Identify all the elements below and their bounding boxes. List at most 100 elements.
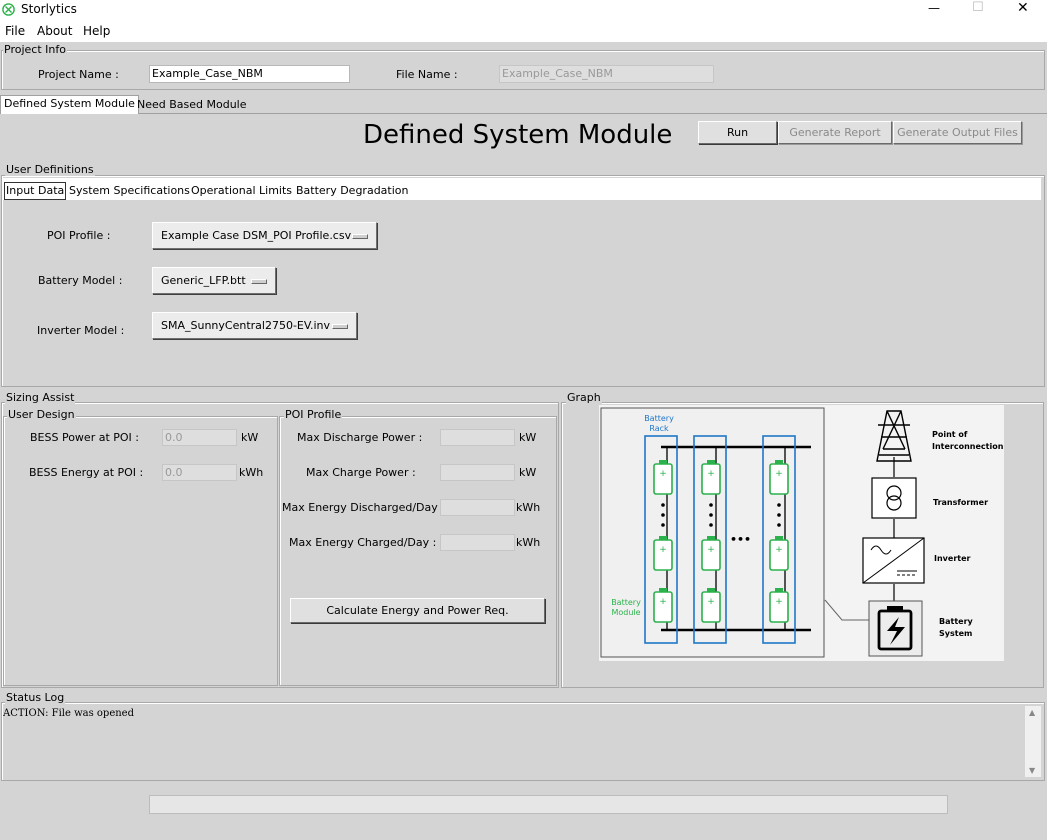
progress-bar — [149, 795, 948, 814]
tab-input-data[interactable]: Input Data — [4, 182, 67, 200]
max-discharge-power-unit: kW — [519, 431, 537, 444]
battery-system-icon — [868, 600, 923, 657]
battery-system-label-2: System — [939, 629, 972, 638]
status-log-entry: ACTION: File was opened — [3, 708, 134, 719]
minimize-button[interactable]: — — [928, 1, 940, 15]
dropdown-indicator-icon — [251, 279, 267, 284]
battery-module-label-1: Battery — [611, 598, 641, 607]
poi-label-1: Point of — [932, 430, 968, 439]
poi-label-2: Interconnection — [932, 442, 1004, 451]
status-log-text: ACTION: File was opened — [2, 706, 1024, 777]
battery-cell-icon: + — [701, 536, 721, 571]
max-energy-charged-label: Max Energy Charged/Day : — [289, 536, 437, 549]
max-energy-discharged-unit: kWh — [516, 501, 541, 514]
battery-cell-icon: + — [769, 588, 789, 623]
tab-battery-degradation[interactable]: Battery Degradation — [296, 183, 409, 199]
battery-cell-icon: + — [653, 588, 673, 623]
svg-text:+: + — [659, 469, 667, 479]
max-energy-charged-input[interactable] — [440, 534, 515, 551]
tab-need-based-module[interactable]: Need Based Module — [137, 97, 247, 113]
svg-text:+: + — [659, 597, 667, 607]
app-logo-icon — [2, 3, 15, 16]
tab-system-specifications[interactable]: System Specifications — [69, 183, 190, 199]
max-energy-discharged-input[interactable] — [440, 499, 515, 516]
maximize-button[interactable]: ☐ — [972, 0, 984, 15]
user-design-frame — [3, 416, 278, 686]
bess-power-input[interactable]: 0.0 — [162, 429, 237, 446]
window-title: Storlytics — [21, 2, 77, 16]
bess-energy-input[interactable]: 0.0 — [162, 464, 237, 481]
max-charge-power-input[interactable] — [440, 464, 515, 481]
scroll-up-icon[interactable]: ▲ — [1029, 708, 1035, 717]
inverter-label: Inverter — [934, 554, 971, 563]
project-info-legend: Project Info — [3, 43, 67, 56]
svg-text:+: + — [707, 597, 715, 607]
battery-cell-icon: + — [701, 588, 721, 623]
battery-cell-icon: + — [769, 460, 789, 495]
inverter-model-value: SMA_SunnyCentral2750-EV.inv — [161, 319, 331, 332]
scroll-down-icon[interactable]: ▼ — [1029, 766, 1035, 775]
bess-energy-label: BESS Energy at POI : — [29, 466, 144, 479]
bess-power-unit: kW — [241, 431, 259, 444]
max-energy-discharged-label: Max Energy Discharged/Day : — [282, 501, 445, 514]
sizing-assist-legend: Sizing Assist — [5, 391, 76, 404]
dropdown-indicator-icon — [352, 234, 368, 239]
battery-cell-icon: + — [769, 536, 789, 571]
calculate-energy-power-button[interactable]: Calculate Energy and Power Req. — [290, 598, 545, 623]
battery-model-label: Battery Model : — [38, 274, 123, 287]
max-charge-power-label: Max Charge Power : — [306, 466, 416, 479]
graph-legend: Graph — [566, 391, 602, 404]
project-name-label: Project Name : — [38, 68, 119, 81]
inverter-icon — [862, 537, 925, 584]
svg-text:+: + — [775, 469, 783, 479]
page-title: Defined System Module — [363, 120, 673, 150]
menu-help[interactable]: Help — [83, 24, 110, 38]
file-name-input[interactable]: Example_Case_NBM — [499, 65, 714, 83]
status-log-scrollbar[interactable]: ▲ ▼ — [1025, 706, 1041, 777]
bess-energy-unit: kWh — [239, 466, 264, 479]
menu-about[interactable]: About — [37, 24, 72, 38]
battery-cell-icon: + — [653, 460, 673, 495]
svg-text:+: + — [775, 545, 783, 555]
max-charge-power-unit: kW — [519, 466, 537, 479]
max-energy-charged-unit: kWh — [516, 536, 541, 549]
battery-cell-icon: + — [701, 460, 721, 495]
bess-diagram: + + + + + + + + + ••• Battery Rack Batte… — [599, 405, 1004, 661]
max-discharge-power-input[interactable] — [440, 429, 515, 446]
battery-module-label-2: Module — [611, 608, 640, 617]
poi-profile-frame — [279, 416, 557, 686]
menu-bar: File About Help — [0, 20, 1047, 42]
max-discharge-power-label: Max Discharge Power : — [297, 431, 423, 444]
poi-profile-legend: POI Profile — [284, 408, 343, 421]
battery-rack-label-2: Rack — [649, 424, 669, 433]
inverter-model-select[interactable]: SMA_SunnyCentral2750-EV.inv — [152, 312, 357, 339]
project-name-input[interactable]: Example_Case_NBM — [149, 65, 350, 83]
user-design-legend: User Design — [7, 408, 76, 421]
transformer-label: Transformer — [933, 498, 988, 507]
status-log-legend: Status Log — [5, 691, 66, 704]
svg-text:+: + — [707, 545, 715, 555]
poi-profile-value: Example Case DSM_POI Profile.csv — [161, 229, 352, 242]
poi-profile-select[interactable]: Example Case DSM_POI Profile.csv — [152, 222, 377, 249]
menu-file[interactable]: File — [5, 24, 25, 38]
generate-report-button[interactable]: Generate Report — [778, 121, 892, 144]
inverter-model-label: Inverter Model : — [37, 324, 125, 337]
dropdown-indicator-icon — [332, 324, 348, 329]
battery-model-value: Generic_LFP.btt — [161, 274, 246, 287]
file-name-label: File Name : — [396, 68, 458, 81]
transformer-icon — [871, 477, 917, 519]
run-button[interactable]: Run — [698, 121, 777, 144]
battery-model-select[interactable]: Generic_LFP.btt — [152, 267, 276, 294]
bess-power-label: BESS Power at POI : — [30, 431, 140, 444]
battery-system-label-1: Battery — [939, 617, 974, 626]
title-bar: Storlytics — ☐ ✕ — [0, 0, 1047, 20]
close-button[interactable]: ✕ — [1017, 0, 1029, 16]
module-tab-bar — [0, 113, 1047, 114]
ellipsis-label: ••• — [730, 533, 751, 546]
generate-output-files-button[interactable]: Generate Output Files — [893, 121, 1022, 144]
tab-operational-limits[interactable]: Operational Limits — [191, 183, 292, 199]
svg-text:+: + — [707, 469, 715, 479]
svg-text:+: + — [659, 545, 667, 555]
tab-defined-system-module[interactable]: Defined System Module — [0, 95, 139, 114]
poi-profile-label: POI Profile : — [47, 229, 111, 242]
